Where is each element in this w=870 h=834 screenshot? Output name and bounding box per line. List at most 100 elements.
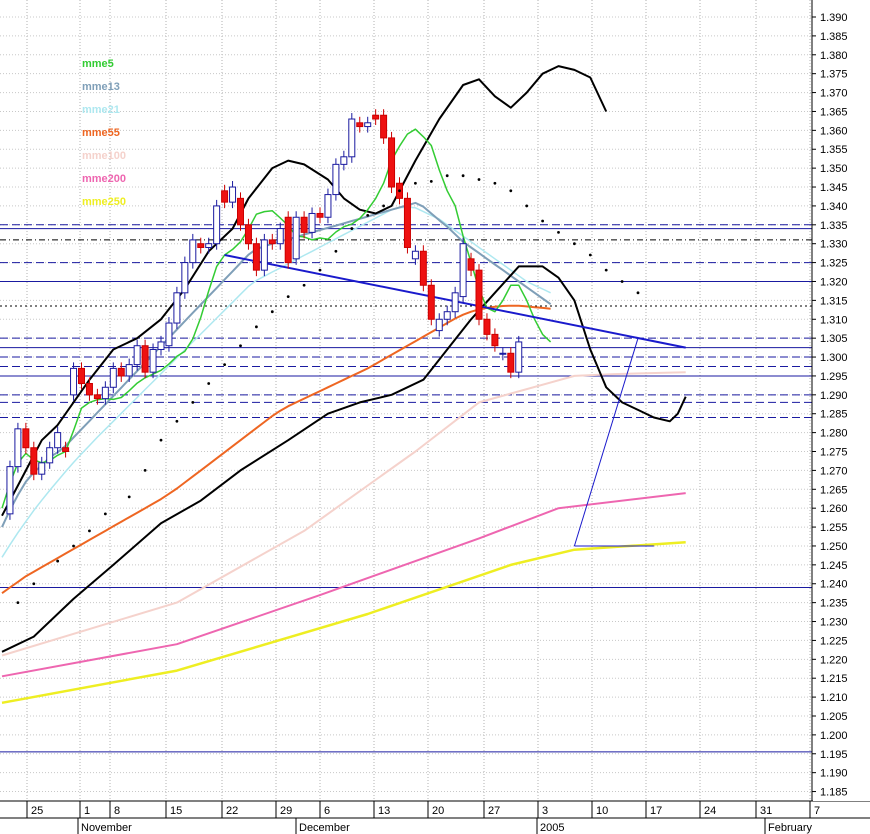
candle-body: [244, 224, 252, 245]
psar-dot: [429, 179, 433, 183]
x-tick-label: 13: [378, 805, 390, 817]
psar-dot: [382, 204, 385, 208]
y-tick-label: 1.375: [820, 69, 848, 81]
y-tick-label: 1.230: [820, 617, 848, 629]
psar-dot: [350, 227, 354, 230]
y-tick-label: 1.365: [820, 106, 848, 118]
y-tick-label: 1.225: [820, 635, 848, 647]
candle-body: [85, 382, 93, 396]
candle-body: [459, 243, 467, 298]
candle-body: [499, 352, 507, 355]
series-mme200: [1, 492, 686, 678]
y-tick-label: 1.215: [820, 673, 848, 685]
psar-dot: [477, 178, 481, 181]
psar-dot: [175, 419, 179, 423]
candle-body: [348, 118, 356, 158]
psar-dot: [103, 512, 107, 516]
psar-dot: [398, 189, 401, 193]
x-tick-label: 7: [814, 805, 820, 817]
y-tick-label: 1.350: [820, 163, 848, 175]
y-tick-label: 1.285: [820, 409, 848, 421]
candle-body: [54, 432, 62, 449]
psar-dot: [159, 438, 163, 442]
y-tick-label: 1.380: [820, 50, 848, 62]
candle-body: [427, 284, 435, 320]
legend-item-mme13: mme13: [82, 81, 120, 93]
candle-body: [340, 156, 348, 165]
y-tick-label: 1.210: [820, 692, 848, 704]
psar-dot: [588, 253, 592, 257]
y-tick-label: 1.240: [820, 579, 848, 591]
candle-body: [356, 122, 364, 128]
y-tick-label: 1.205: [820, 711, 848, 723]
y-tick-label: 1.345: [820, 182, 848, 194]
psar-dot: [72, 544, 75, 548]
psar-dot: [56, 559, 60, 563]
psar-dot: [286, 295, 290, 298]
psar-dot: [334, 249, 338, 253]
projection-line: [573, 338, 639, 547]
month-label: December: [299, 822, 350, 834]
candle-body: [6, 466, 14, 515]
x-tick-label: 17: [650, 805, 662, 817]
y-tick-label: 1.185: [820, 787, 848, 799]
psar-dot: [573, 242, 576, 246]
legend-item-mme200: mme200: [82, 173, 127, 185]
candle-body: [451, 292, 459, 313]
psar-dot: [318, 268, 322, 272]
legend-item-mme100: mme100: [82, 150, 127, 162]
candle-body: [252, 243, 260, 271]
x-tick-label: 10: [596, 805, 608, 817]
y-tick-label: 1.220: [820, 654, 848, 666]
x-tick-label: 3: [542, 805, 548, 817]
x-tick-label: 24: [704, 805, 716, 817]
y-tick-label: 1.315: [820, 295, 848, 307]
x-tick-label: 6: [324, 805, 330, 817]
candle-body: [149, 348, 157, 373]
y-tick-label: 1.300: [820, 352, 848, 364]
candle-body: [276, 228, 284, 245]
psar-dot: [461, 174, 465, 178]
candle-body: [483, 318, 491, 335]
chart-canvas: 1.390 1.385 1.380 1.375 1.370 1.365 1.360 1.355…: [0, 0, 870, 834]
psar-dot: [191, 400, 195, 404]
legend-item-mme55: mme55: [82, 127, 120, 139]
candle-body: [173, 292, 181, 324]
candle-body: [141, 345, 149, 373]
candle-body: [292, 216, 300, 260]
y-tick-label: 1.325: [820, 258, 848, 270]
candle-body: [109, 367, 117, 388]
candle-body: [70, 367, 78, 396]
month-label: February: [768, 822, 813, 834]
candle-body: [133, 345, 141, 366]
y-tick-label: 1.250: [820, 541, 848, 553]
psar-dot: [557, 230, 560, 234]
y-tick-label: 1.270: [820, 465, 848, 477]
psar-dot: [88, 529, 91, 533]
candle-body: [221, 190, 229, 203]
candle-body: [403, 197, 411, 248]
psar-dot: [366, 213, 370, 217]
candle-body: [38, 462, 46, 475]
y-tick-label: 1.370: [820, 88, 848, 100]
x-tick-label: 29: [280, 805, 292, 817]
candle-body: [205, 243, 213, 248]
y-tick-label: 1.290: [820, 390, 848, 402]
y-tick-label: 1.355: [820, 144, 848, 156]
psar-dot: [604, 268, 608, 272]
candle-body: [443, 311, 451, 320]
candle-body: [213, 205, 221, 245]
psar-dot: [16, 601, 20, 605]
y-tick-label: 1.330: [820, 239, 848, 251]
psar-dot: [302, 283, 306, 287]
y-tick-label: 1.280: [820, 428, 848, 440]
y-tick-label: 1.295: [820, 371, 848, 383]
y-tick-label: 1.255: [820, 522, 848, 534]
y-tick-label: 1.360: [820, 125, 848, 137]
candle-body: [475, 269, 483, 320]
x-tick-label: 15: [170, 805, 182, 817]
candle-body: [507, 352, 515, 373]
candle-body: [181, 262, 189, 294]
psar-dot: [620, 280, 624, 283]
y-tick-label: 1.340: [820, 201, 848, 213]
